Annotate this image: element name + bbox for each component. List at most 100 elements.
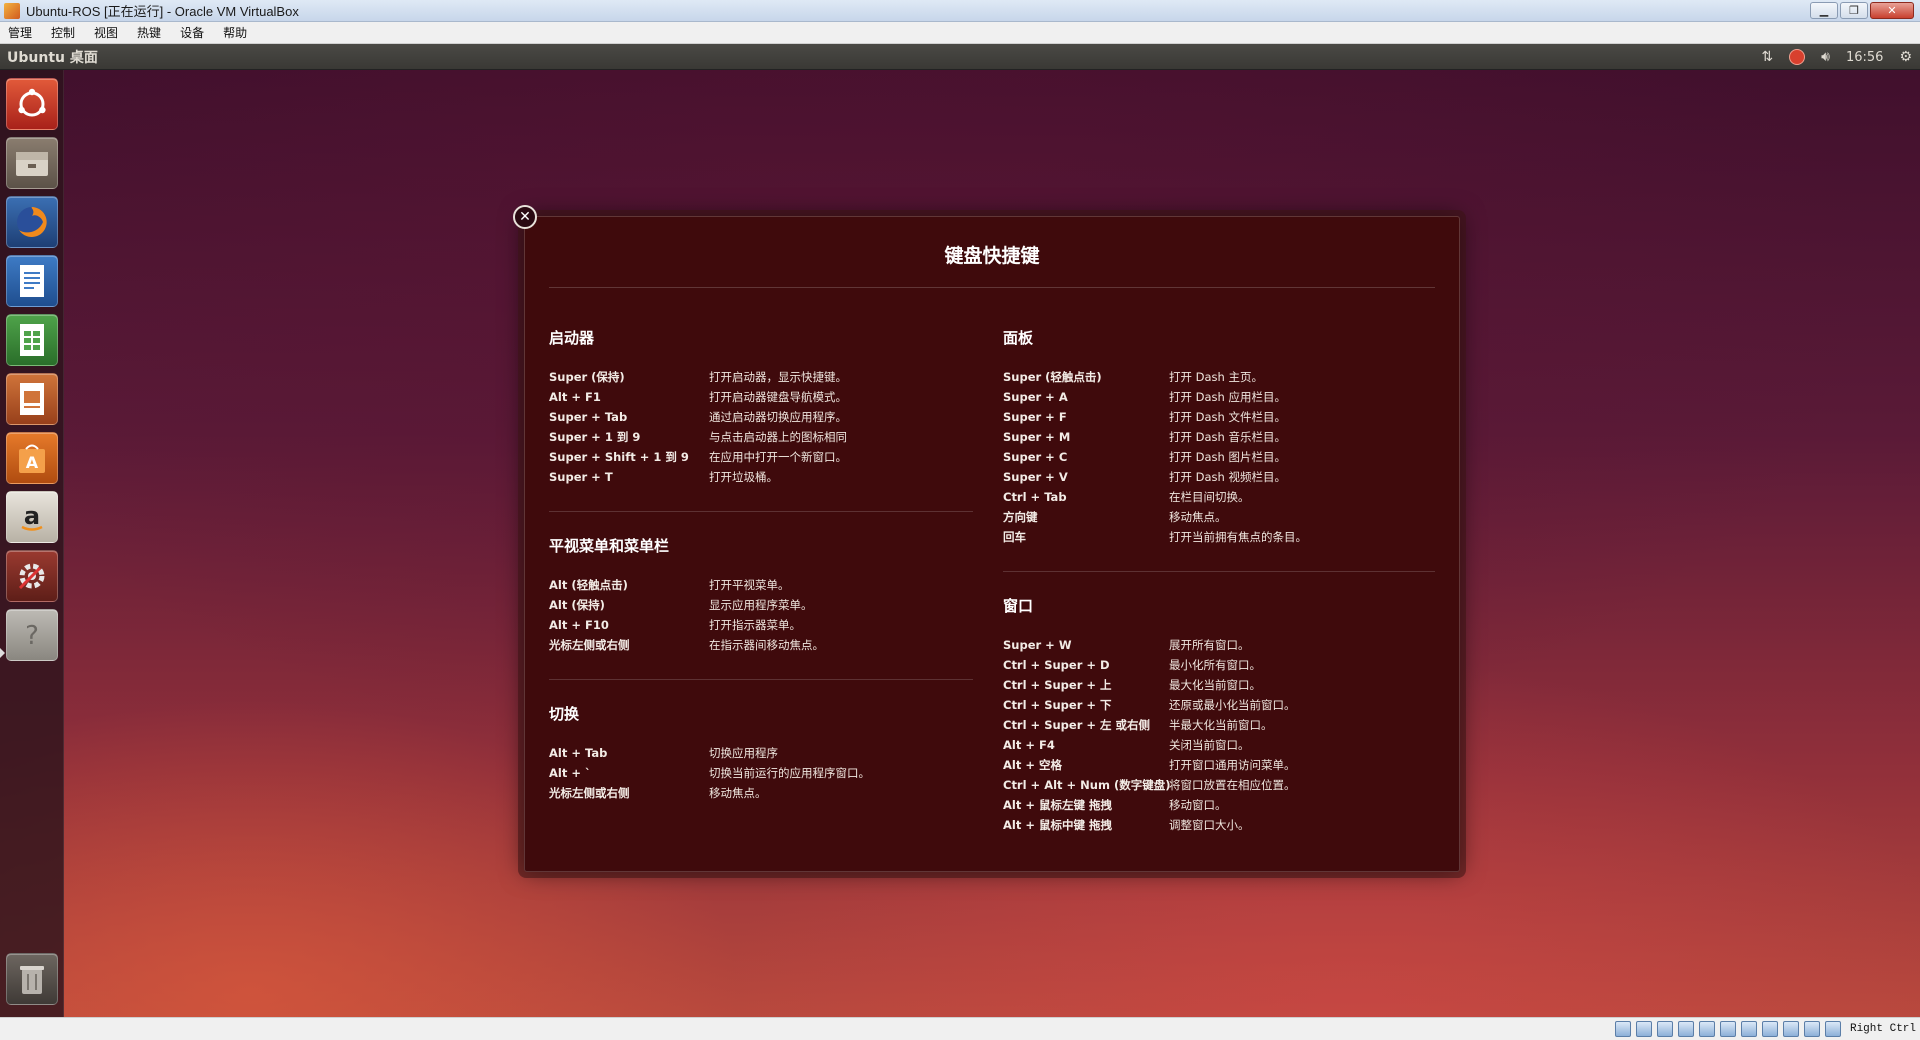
shortcut-key: Ctrl + Super + D (1003, 658, 1110, 672)
hard-disk-icon[interactable] (1614, 1021, 1631, 1037)
svg-text:a: a (24, 502, 40, 530)
shortcut-row: Alt + 空格 打开窗口通用访问菜单。 (1003, 755, 1296, 775)
shortcut-row: Alt + F4 关闭当前窗口。 (1003, 735, 1296, 755)
shortcut-key: Super (保持) (549, 370, 625, 384)
shortcut-key: Alt + ` (549, 766, 591, 780)
keyboard-capture-icon[interactable] (1824, 1021, 1841, 1037)
files-icon[interactable] (6, 137, 58, 189)
shortcut-desc: 在栏目间切换。 (1169, 490, 1250, 504)
video-capture-icon[interactable] (1761, 1021, 1778, 1037)
network-adapter-icon[interactable] (1677, 1021, 1694, 1037)
launcher-focus-indicator (0, 648, 5, 658)
menu-devices[interactable]: 设备 (180, 24, 204, 41)
shortcut-key: Super + A (1003, 390, 1068, 404)
clock[interactable]: 16:56 (1846, 50, 1883, 65)
display-icon[interactable] (1740, 1021, 1757, 1037)
mouse-integration-icon[interactable] (1803, 1021, 1820, 1037)
window-controls: ▁ ❐ ✕ (1810, 2, 1914, 19)
shortcut-key: Alt + Tab (549, 746, 608, 760)
shortcut-row: Alt + F1 打开启动器键盘导航模式。 (549, 387, 847, 407)
shortcut-desc: 打开窗口通用访问菜单。 (1169, 758, 1296, 772)
shortcut-key: Alt + 鼠标左键 拖拽 (1003, 798, 1112, 812)
section-title: 切换 (549, 705, 580, 723)
shortcut-desc: 打开指示器菜单。 (709, 618, 801, 632)
help-icon[interactable]: ? (6, 609, 58, 661)
menu-help[interactable]: 帮助 (223, 24, 247, 41)
shortcut-key: Super + C (1003, 450, 1068, 464)
system-settings-icon[interactable] (6, 550, 58, 602)
shortcut-row: Super + V 打开 Dash 视频栏目。 (1003, 467, 1307, 487)
shortcut-row: Alt + F10 打开指示器菜单。 (549, 615, 824, 635)
libreoffice-impress-icon[interactable] (6, 373, 58, 425)
shortcut-row: Super + 1 到 9 与点击启动器上的图标相同 (549, 427, 847, 447)
shortcut-desc: 打开当前拥有焦点的条目。 (1169, 530, 1307, 544)
section-switching: 切换 Alt + Tab 切换应用程序 Alt + ` 切换当前运行的应用程序窗口。… (549, 703, 870, 803)
close-window-icon[interactable]: ✕ (1870, 2, 1914, 19)
audio-icon[interactable] (1656, 1021, 1673, 1037)
shortcut-desc: 打开 Dash 应用栏目。 (1169, 390, 1286, 404)
dash-home-icon[interactable] (6, 78, 58, 130)
optical-drive-icon[interactable] (1635, 1021, 1652, 1037)
shortcut-row: Alt + Tab 切换应用程序 (549, 743, 870, 763)
section-title: 平视菜单和菜单栏 (549, 537, 670, 555)
section-windows: 窗口 Super + W 展开所有窗口。 Ctrl + Super + D 最小化所… (1003, 595, 1296, 835)
virtualization-icon[interactable] (1782, 1021, 1799, 1037)
shortcut-row: Ctrl + Super + 上 最大化当前窗口。 (1003, 675, 1296, 695)
shortcut-overlay: 键盘快捷键 启动器 Super (保持) 打开启动器，显示快捷键。 Alt + F… (524, 216, 1460, 872)
shared-folders-icon[interactable] (1719, 1021, 1736, 1037)
shortcut-row: 回车 打开当前拥有焦点的条目。 (1003, 527, 1307, 547)
menu-view[interactable]: 视图 (94, 24, 118, 41)
shortcut-desc: 打开 Dash 视频栏目。 (1169, 470, 1286, 484)
usb-icon[interactable] (1698, 1021, 1715, 1037)
shortcut-row: 光标左侧或右侧 在指示器间移动焦点。 (549, 635, 824, 655)
shortcut-key: Super + M (1003, 430, 1071, 444)
section-divider (1003, 571, 1435, 572)
shortcut-row: Super + W 展开所有窗口。 (1003, 635, 1296, 655)
shortcut-desc: 打开 Dash 文件栏目。 (1169, 410, 1286, 424)
section-title: 面板 (1003, 329, 1034, 347)
ubuntu-software-center-icon[interactable]: A (6, 432, 58, 484)
shortcut-desc: 在指示器间移动焦点。 (709, 638, 824, 652)
restore-icon[interactable]: ❐ (1840, 2, 1868, 19)
shortcut-key: 方向键 (1003, 510, 1038, 524)
close-overlay-button[interactable]: ✕ (513, 205, 537, 229)
shortcut-key: Super + F (1003, 410, 1067, 424)
shortcut-key: Super + Shift + 1 到 9 (549, 450, 689, 464)
shortcut-desc: 关闭当前窗口。 (1169, 738, 1250, 752)
trash-icon[interactable] (6, 953, 58, 1005)
shortcut-key: Ctrl + Super + 上 (1003, 678, 1112, 692)
shortcut-desc: 显示应用程序菜单。 (709, 598, 813, 612)
shortcut-key: Alt (轻触点击) (549, 578, 628, 592)
shortcut-key: 光标左侧或右侧 (549, 638, 630, 652)
shortcut-row: 光标左侧或右侧 移动焦点。 (549, 783, 870, 803)
amazon-icon[interactable]: a (6, 491, 58, 543)
indicator-area: ⇅ 🔊︎ 16:56 ⚙ (1761, 44, 1912, 70)
shortcut-row: Ctrl + Super + D 最小化所有窗口。 (1003, 655, 1296, 675)
section-divider (549, 679, 973, 680)
volume-icon[interactable]: 🔊︎ (1821, 49, 1830, 65)
network-icon[interactable]: ⇅ (1761, 49, 1773, 65)
shortcut-row: Ctrl + Super + 下 还原或最小化当前窗口。 (1003, 695, 1296, 715)
firefox-icon[interactable] (6, 196, 58, 248)
top-panel: Ubuntu 桌面 ⇅ 🔊︎ 16:56 ⚙ (0, 44, 1920, 70)
shortcut-key: Super + Tab (549, 410, 628, 424)
overlay-title: 键盘快捷键 (944, 245, 1040, 267)
shortcut-row: Super + M 打开 Dash 音乐栏目。 (1003, 427, 1307, 447)
libreoffice-writer-icon[interactable] (6, 255, 58, 307)
menu-hotkeys[interactable]: 热键 (137, 24, 161, 41)
section-title: 窗口 (1003, 597, 1034, 615)
shortcut-key: Alt + F4 (1003, 738, 1055, 752)
minimize-icon[interactable]: ▁ (1810, 2, 1838, 19)
shortcut-row: Alt (保持) 显示应用程序菜单。 (549, 595, 824, 615)
shortcut-row: Super (轻触点击) 打开 Dash 主页。 (1003, 367, 1307, 387)
section-dash: 面板 Super (轻触点击) 打开 Dash 主页。 Super + A 打开 D… (1003, 327, 1307, 547)
shortcut-key: Alt + F10 (549, 618, 609, 632)
session-alert-icon[interactable] (1789, 49, 1806, 65)
gear-icon[interactable]: ⚙ (1899, 49, 1912, 65)
menu-manage[interactable]: 管理 (8, 24, 32, 41)
shortcut-key: Super + V (1003, 470, 1068, 484)
shortcut-row: Ctrl + Tab 在栏目间切换。 (1003, 487, 1307, 507)
menu-control[interactable]: 控制 (51, 24, 75, 41)
libreoffice-calc-icon[interactable] (6, 314, 58, 366)
shortcut-row: Super + C 打开 Dash 图片栏目。 (1003, 447, 1307, 467)
